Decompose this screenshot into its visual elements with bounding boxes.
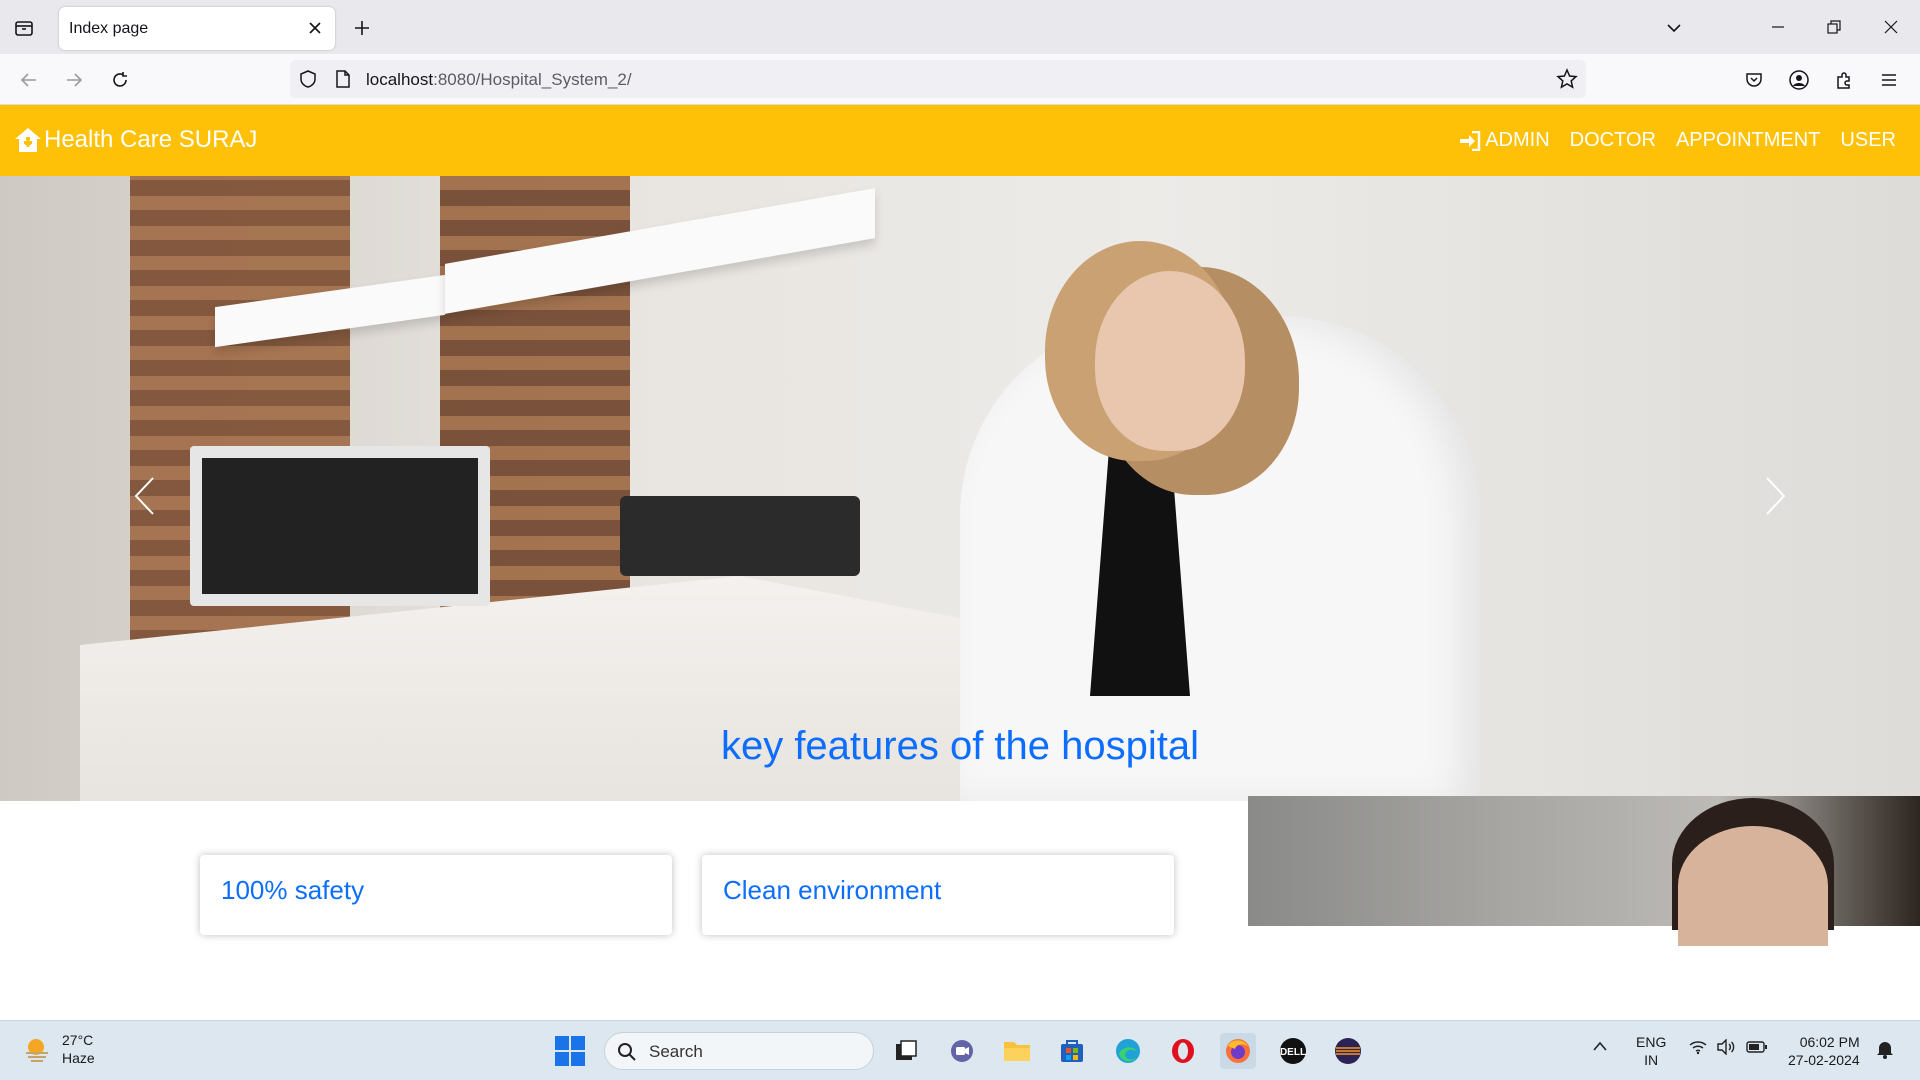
menu-admin-label: ADMIN: [1485, 129, 1550, 151]
menu-doctor[interactable]: DOCTOR: [1570, 129, 1656, 152]
back-icon[interactable]: [14, 65, 44, 95]
url-path: :8080/Hospital_System_2/: [433, 70, 632, 89]
volume-icon[interactable]: [1716, 1038, 1736, 1058]
feature-card-title: Clean environment: [723, 875, 942, 905]
windows-taskbar: 27°C Haze Search DELL ENG IN 06:02 PM 27…: [0, 1020, 1920, 1080]
hero-image-doctor-head: [1095, 271, 1245, 451]
feature-card-title: 100% safety: [221, 875, 365, 905]
search-placeholder: Search: [649, 1042, 703, 1061]
clock-time: 06:02 PM: [1799, 1034, 1860, 1050]
url-text[interactable]: localhost:8080/Hospital_System_2/: [366, 70, 632, 90]
site-navbar: Health Care SURAJ ADMIN DOCTOR APPOINTME…: [0, 105, 1920, 176]
hero-image-printer: [620, 496, 860, 576]
url-host: localhost: [366, 70, 434, 89]
file-explorer-icon[interactable]: [999, 1033, 1035, 1069]
language-region: IN: [1644, 1052, 1659, 1068]
browser-tabstrip: Index page: [0, 0, 1920, 54]
tab-overview-icon[interactable]: [10, 14, 38, 42]
main-menu: ADMIN DOCTOR APPOINTMENT USER: [1459, 129, 1896, 152]
menu-user-label: USER: [1840, 129, 1896, 151]
menu-appointment-label: APPOINTMENT: [1675, 129, 1821, 151]
feature-card: 100% safety: [200, 855, 672, 935]
carousel-prev-icon[interactable]: [124, 466, 164, 526]
battery-icon[interactable]: [1746, 1040, 1768, 1057]
weather-widget[interactable]: 27°C Haze: [22, 1031, 95, 1067]
feature-side-image: [1248, 796, 1920, 946]
hero-carousel: [0, 176, 1920, 801]
sun-haze-icon: [26, 1039, 48, 1062]
language-code: ENG: [1636, 1034, 1667, 1050]
clock-date: 27-02-2024: [1788, 1052, 1860, 1068]
brand-title: Health Care SURAJ: [44, 126, 258, 153]
pocket-icon[interactable]: [1740, 66, 1768, 94]
url-bar[interactable]: localhost:8080/Hospital_System_2/: [290, 60, 1586, 98]
new-tab-icon[interactable]: [348, 14, 376, 42]
list-all-tabs-icon[interactable]: [1660, 14, 1688, 42]
search-icon: [618, 1043, 636, 1061]
menu-hamburger-icon[interactable]: [1875, 66, 1903, 94]
wifi-icon[interactable]: [1688, 1039, 1708, 1058]
windows-start-icon[interactable]: [552, 1033, 588, 1069]
extensions-icon[interactable]: [1830, 66, 1858, 94]
menu-appointment[interactable]: APPOINTMENT: [1676, 129, 1820, 152]
svg-text:DELL: DELL: [1280, 1047, 1306, 1058]
microsoft-store-icon[interactable]: [1054, 1033, 1090, 1069]
system-clock[interactable]: 06:02 PM 27-02-2024: [1788, 1033, 1860, 1069]
menu-user[interactable]: USER: [1840, 129, 1896, 152]
account-icon[interactable]: [1785, 66, 1813, 94]
tab-title: Index page: [69, 20, 149, 37]
weather-temperature: 27°C: [62, 1032, 94, 1048]
hero-image-monitor: [190, 446, 490, 606]
minimize-icon[interactable]: [1761, 12, 1795, 42]
opera-icon[interactable]: [1165, 1033, 1201, 1069]
brand-link[interactable]: Health Care SURAJ: [14, 126, 257, 154]
dell-icon[interactable]: DELL: [1275, 1033, 1311, 1069]
close-window-icon[interactable]: [1874, 12, 1908, 42]
menu-admin[interactable]: ADMIN: [1459, 129, 1550, 152]
reload-icon[interactable]: [105, 65, 135, 95]
home-icon: [15, 128, 41, 152]
menu-doctor-label: DOCTOR: [1569, 129, 1656, 151]
sign-in-icon: [1460, 130, 1481, 151]
forward-icon[interactable]: [59, 65, 89, 95]
taskbar-search[interactable]: Search: [604, 1032, 874, 1070]
weather-condition: Haze: [62, 1050, 95, 1066]
restore-icon[interactable]: [1817, 12, 1851, 42]
feature-card: Clean environment: [702, 855, 1174, 935]
teams-chat-icon[interactable]: [944, 1033, 980, 1069]
task-view-icon[interactable]: [888, 1033, 924, 1069]
tracking-protection-shield-icon[interactable]: [298, 69, 318, 89]
browser-navbar: localhost:8080/Hospital_System_2/: [0, 54, 1920, 105]
language-indicator[interactable]: ENG IN: [1636, 1033, 1666, 1069]
browser-tab-active[interactable]: Index page: [59, 7, 335, 50]
tab-close-icon[interactable]: [305, 18, 325, 38]
carousel-next-icon[interactable]: [1756, 466, 1796, 526]
section-title: key features of the hospital: [720, 724, 1200, 768]
edge-browser-icon[interactable]: [1110, 1033, 1146, 1069]
firefox-icon[interactable]: [1220, 1033, 1256, 1069]
bookmark-star-icon[interactable]: [1556, 68, 1578, 90]
page-info-icon[interactable]: [334, 69, 352, 89]
eclipse-ide-icon[interactable]: [1330, 1033, 1366, 1069]
show-hidden-icons-chevron-icon[interactable]: [1592, 1039, 1608, 1055]
notification-bell-icon[interactable]: [1876, 1039, 1894, 1062]
